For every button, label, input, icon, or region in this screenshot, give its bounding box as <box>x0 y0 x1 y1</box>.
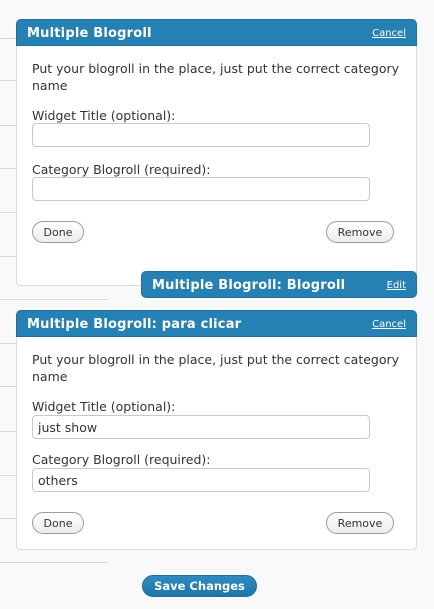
background-divider <box>0 299 108 300</box>
background-divider <box>0 431 16 432</box>
cancel-link[interactable]: Cancel <box>372 28 406 39</box>
widget-title: Multiple Blogroll: para clicar <box>27 317 242 332</box>
widget-title: Multiple Blogroll: Blogroll <box>152 278 346 293</box>
background-divider <box>0 475 16 476</box>
background-divider <box>0 386 16 387</box>
widget-title-label: Widget Title (optional): <box>32 399 176 414</box>
background-divider <box>0 518 16 519</box>
background-divider <box>0 38 16 39</box>
category-input[interactable] <box>32 468 370 492</box>
edit-link[interactable]: Edit <box>387 280 406 291</box>
save-changes-button[interactable]: Save Changes <box>142 575 257 597</box>
widget-multiple-blogroll: Multiple Blogroll Cancel Put your blogro… <box>16 19 417 286</box>
background-divider <box>0 562 108 563</box>
background-divider <box>0 256 16 257</box>
widget-title-label: Widget Title (optional): <box>32 108 176 123</box>
remove-button[interactable]: Remove <box>326 512 394 534</box>
widget-title-input[interactable] <box>32 123 370 147</box>
widget-body: Put your blogroll in the place, just put… <box>16 46 417 286</box>
category-label: Category Blogroll (required): <box>32 162 211 177</box>
background-divider <box>0 168 16 169</box>
widget-description: Put your blogroll in the place, just put… <box>32 61 400 93</box>
category-input[interactable] <box>32 177 370 201</box>
done-button[interactable]: Done <box>32 221 84 243</box>
widget-header[interactable]: Multiple Blogroll: para clicar Cancel <box>16 310 417 337</box>
widget-multiple-blogroll-blogroll: Multiple Blogroll: Blogroll Edit <box>141 271 417 298</box>
category-label: Category Blogroll (required): <box>32 452 211 467</box>
widget-body: Put your blogroll in the place, just put… <box>16 337 417 550</box>
widget-title-input[interactable] <box>32 415 370 439</box>
widget-header[interactable]: Multiple Blogroll Cancel <box>16 19 417 46</box>
done-button[interactable]: Done <box>32 512 84 534</box>
remove-button[interactable]: Remove <box>326 221 394 243</box>
widget-multiple-blogroll-para-clicar: Multiple Blogroll: para clicar Cancel Pu… <box>16 310 417 550</box>
widget-description: Put your blogroll in the place, just put… <box>32 352 400 384</box>
background-divider <box>0 343 16 344</box>
background-divider <box>0 80 16 81</box>
cancel-link[interactable]: Cancel <box>372 319 406 330</box>
widget-title: Multiple Blogroll <box>27 26 152 41</box>
background-divider <box>0 125 16 126</box>
background-divider <box>0 212 16 213</box>
widget-header[interactable]: Multiple Blogroll: Blogroll Edit <box>141 271 417 298</box>
